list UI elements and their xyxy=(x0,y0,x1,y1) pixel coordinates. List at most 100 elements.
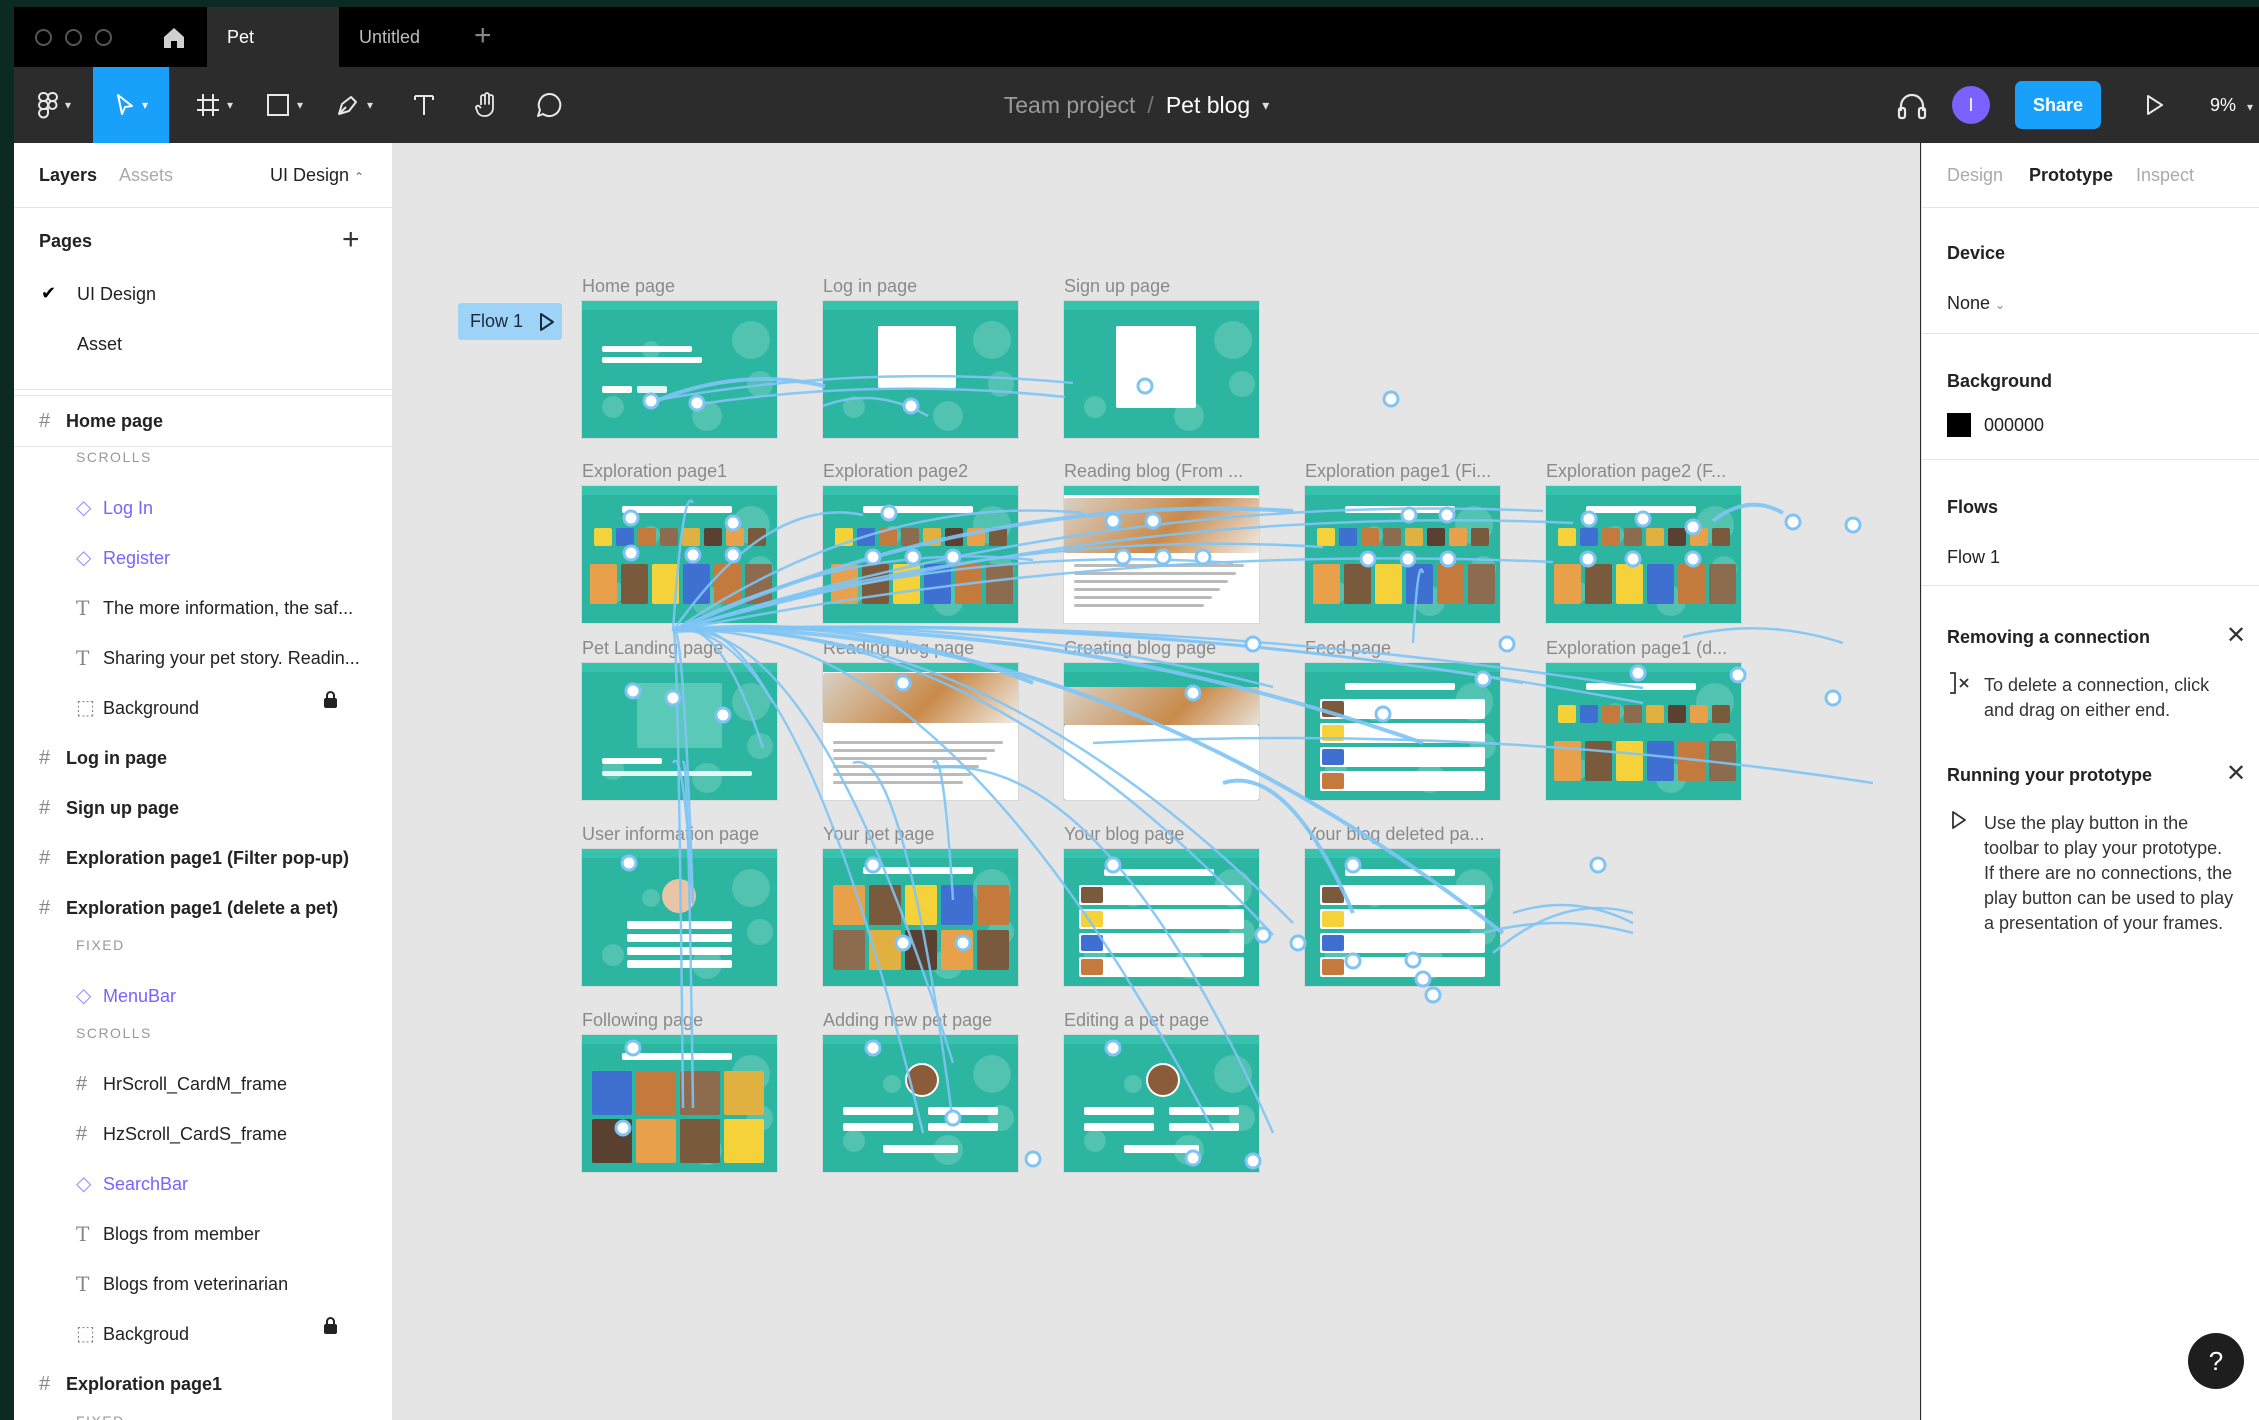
background-hex-input[interactable]: 000000 xyxy=(1984,415,2044,436)
device-select[interactable]: None ⌄ xyxy=(1947,293,2005,314)
layer-row[interactable]: ◇ SearchBar xyxy=(14,1159,392,1209)
connection-line[interactable] xyxy=(1411,568,1425,644)
connection-handle[interactable] xyxy=(864,1039,882,1057)
connection-handle[interactable] xyxy=(1104,1039,1122,1057)
layer-row[interactable]: T Sharing your pet story. Readin... xyxy=(14,633,392,683)
connection-handle[interactable] xyxy=(724,546,742,564)
pen-tool-button[interactable]: ▾ xyxy=(324,67,384,143)
layer-row[interactable]: # HrScroll_CardM_frame xyxy=(14,1059,392,1109)
breadcrumb-file[interactable]: Pet blog xyxy=(1166,92,1250,119)
layer-row[interactable]: ◇ MenuBar xyxy=(14,971,392,1021)
connection-handle[interactable] xyxy=(1684,518,1702,536)
connection-handle[interactable] xyxy=(1404,951,1422,969)
connection-handle[interactable] xyxy=(1624,550,1642,568)
connection-handle[interactable] xyxy=(614,1119,632,1137)
connection-line[interactable] xyxy=(931,759,955,901)
connection-line[interactable] xyxy=(1711,502,1784,523)
connection-handle[interactable] xyxy=(954,934,972,952)
connection-handle[interactable] xyxy=(1144,512,1162,530)
connection-handle[interactable] xyxy=(1439,550,1457,568)
connection-line[interactable] xyxy=(672,542,1324,633)
layer-row[interactable]: # Log in page xyxy=(14,733,392,783)
layer-row[interactable]: # Sign up page xyxy=(14,783,392,833)
background-swatch[interactable] xyxy=(1947,413,1971,437)
layer-row[interactable]: T The more information, the saf... xyxy=(14,583,392,633)
connection-line[interactable] xyxy=(1512,903,1634,925)
tab-assets[interactable]: Assets xyxy=(119,165,173,186)
connection-handle[interactable] xyxy=(1359,550,1377,568)
connection-handle[interactable] xyxy=(684,546,702,564)
lock-icon[interactable] xyxy=(324,691,337,708)
connection-handle[interactable] xyxy=(1634,510,1652,528)
connection-handle[interactable] xyxy=(880,504,898,522)
comment-tool-button[interactable] xyxy=(524,67,574,143)
connection-handle[interactable] xyxy=(902,397,920,415)
connection-handle[interactable] xyxy=(1024,1150,1042,1168)
connection-handle[interactable] xyxy=(1579,550,1597,568)
connection-handle[interactable] xyxy=(724,514,742,532)
layer-row[interactable]: T Blogs from member xyxy=(14,1209,392,1259)
connection-handle[interactable] xyxy=(1136,377,1154,395)
connection-handle[interactable] xyxy=(864,856,882,874)
connection-handle[interactable] xyxy=(1580,510,1598,528)
connection-handle[interactable] xyxy=(1114,548,1132,566)
connection-handle[interactable] xyxy=(864,548,882,566)
connection-line[interactable] xyxy=(1682,627,1844,645)
close-icon[interactable]: ✕ xyxy=(2226,759,2246,788)
layer-row[interactable]: ◇ Register xyxy=(14,533,392,583)
connection-line[interactable] xyxy=(692,387,1066,407)
connection-handle[interactable] xyxy=(1424,986,1442,1004)
connection-line[interactable] xyxy=(671,499,695,632)
connection-handle[interactable] xyxy=(1414,970,1432,988)
connection-line[interactable] xyxy=(1222,778,1355,914)
layer-row[interactable]: # Exploration page1 (delete a pet) xyxy=(14,883,392,933)
layer-row[interactable]: # Home page xyxy=(14,395,392,447)
connection-handle[interactable] xyxy=(1382,390,1400,408)
connection-handle[interactable] xyxy=(1184,1149,1202,1167)
connection-handle[interactable] xyxy=(904,548,922,566)
move-tool-button[interactable]: ▾ xyxy=(93,67,169,143)
user-avatar[interactable]: I xyxy=(1952,86,1990,124)
text-tool-button[interactable] xyxy=(399,67,449,143)
layer-row[interactable]: # HzScroll_CardS_frame xyxy=(14,1109,392,1159)
connection-handle[interactable] xyxy=(1289,934,1307,952)
connection-handle[interactable] xyxy=(622,544,640,562)
connection-handle[interactable] xyxy=(1629,664,1647,682)
connection-line[interactable] xyxy=(672,627,1505,935)
home-icon[interactable] xyxy=(154,21,194,53)
close-window-icon[interactable] xyxy=(35,29,52,46)
connection-handle[interactable] xyxy=(1844,516,1862,534)
tab-layers[interactable]: Layers xyxy=(39,165,97,186)
headphones-icon[interactable] xyxy=(1896,91,1928,121)
connection-handle[interactable] xyxy=(688,394,706,412)
connection-line[interactable] xyxy=(1092,736,1874,785)
connection-handle[interactable] xyxy=(1244,1152,1262,1170)
connection-handle[interactable] xyxy=(944,548,962,566)
connection-line[interactable] xyxy=(932,765,1275,1134)
connection-handle[interactable] xyxy=(894,674,912,692)
minimize-window-icon[interactable] xyxy=(65,29,82,46)
connection-handle[interactable] xyxy=(1438,506,1456,524)
layer-row[interactable]: ⬚ Backgroud xyxy=(14,1309,392,1359)
connection-handle[interactable] xyxy=(1184,684,1202,702)
connection-line[interactable] xyxy=(672,628,1294,924)
connection-handle[interactable] xyxy=(1104,512,1122,530)
connection-handle[interactable] xyxy=(894,934,912,952)
connection-handle[interactable] xyxy=(714,706,732,724)
tab-design[interactable]: Design xyxy=(1947,165,2003,186)
connection-handle[interactable] xyxy=(1474,670,1492,688)
connection-line[interactable] xyxy=(681,760,695,1109)
connection-handle[interactable] xyxy=(1104,856,1122,874)
shape-tool-button[interactable]: ▾ xyxy=(254,67,314,143)
hand-tool-button[interactable] xyxy=(462,67,512,143)
connection-line[interactable] xyxy=(672,628,955,1064)
connection-handle[interactable] xyxy=(944,1109,962,1127)
page-item-ui-design[interactable]: UI Design xyxy=(77,284,156,305)
connection-handle[interactable] xyxy=(1498,635,1516,653)
layer-row[interactable]: T Blogs from veterinarian xyxy=(14,1259,392,1309)
present-play-icon[interactable] xyxy=(2142,93,2166,117)
layer-row[interactable]: ◇ Log In xyxy=(14,483,392,533)
connection-handle[interactable] xyxy=(620,854,638,872)
connection-handle[interactable] xyxy=(1400,506,1418,524)
close-icon[interactable]: ✕ xyxy=(2226,621,2246,650)
